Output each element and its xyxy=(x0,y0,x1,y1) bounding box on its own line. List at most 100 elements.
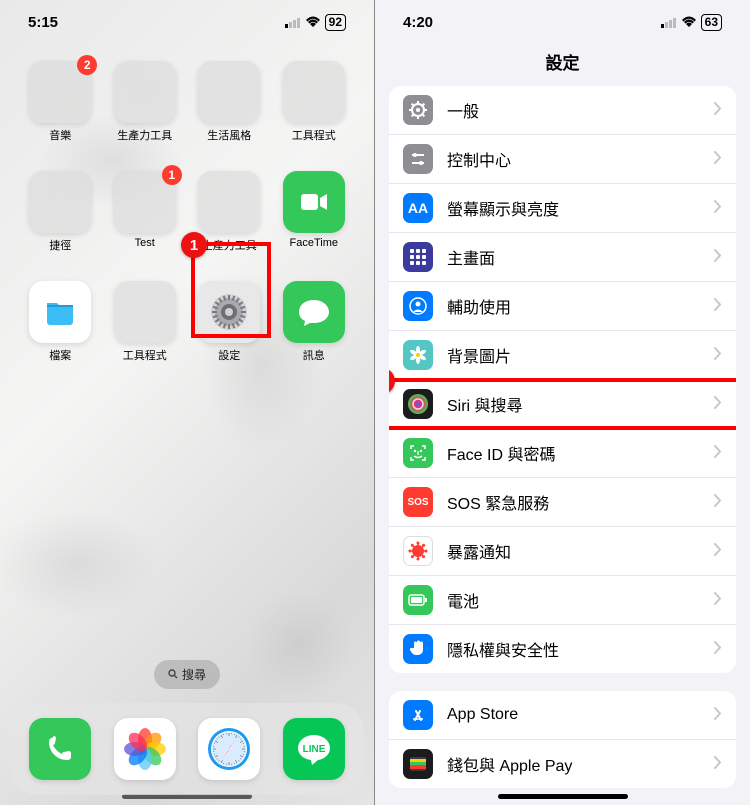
chevron-right-icon xyxy=(714,249,722,265)
home-screen: 5:15 92 2音樂生產力工具生活風格工具程式捷徑1Test生產力工具Face… xyxy=(0,0,375,805)
settings-row-控制中心[interactable]: 控制中心 xyxy=(389,135,736,184)
app-label: 生活風格 xyxy=(207,127,251,143)
settings-row-隱私權與安全性[interactable]: 隱私權與安全性 xyxy=(389,625,736,673)
row-label: 暴露通知 xyxy=(447,539,714,563)
status-right: 92 xyxy=(285,14,346,30)
settings-row-暴露通知[interactable]: 暴露通知 xyxy=(389,527,736,576)
chevron-right-icon xyxy=(714,151,722,167)
flower-icon xyxy=(403,340,433,370)
folder-icon[interactable] xyxy=(114,61,176,123)
covid-icon xyxy=(403,536,433,566)
row-label: Siri 與搜尋 xyxy=(447,392,714,416)
search-label: 搜尋 xyxy=(182,666,206,683)
chevron-right-icon xyxy=(714,756,722,772)
row-label: 電池 xyxy=(447,588,714,612)
row-label: 一般 xyxy=(447,98,714,122)
settings-row-背景圖片[interactable]: 背景圖片 xyxy=(389,331,736,380)
sliders-icon xyxy=(403,144,433,174)
folder-icon[interactable] xyxy=(198,61,260,123)
app-label: 工具程式 xyxy=(292,127,336,143)
settings-row-Siri 與搜尋[interactable]: Siri 與搜尋2 xyxy=(389,380,736,429)
AA-icon: AA xyxy=(403,193,433,223)
dock-safari[interactable] xyxy=(198,718,260,780)
files-icon[interactable] xyxy=(29,281,91,343)
app-Test[interactable]: 1 Test xyxy=(109,171,182,253)
app-設定[interactable]: 設定 xyxy=(193,281,266,363)
wallet-icon xyxy=(403,749,433,779)
settings-row-螢幕顯示與亮度[interactable]: AA 螢幕顯示與亮度 xyxy=(389,184,736,233)
app-label: 捷徑 xyxy=(49,237,71,253)
settings-row-錢包與 Apple Pay[interactable]: 錢包與 Apple Pay xyxy=(389,740,736,788)
settings-row-App Store[interactable]: App Store xyxy=(389,691,736,740)
app-捷徑[interactable]: 捷徑 xyxy=(24,171,97,253)
annotation-badge-1: 1 xyxy=(181,232,207,258)
app-label: 音樂 xyxy=(49,127,71,143)
app-label: 設定 xyxy=(218,347,240,363)
chevron-right-icon xyxy=(714,102,722,118)
row-label: 控制中心 xyxy=(447,147,714,171)
chevron-right-icon xyxy=(714,396,722,412)
settings-icon[interactable] xyxy=(198,281,260,343)
row-label: 背景圖片 xyxy=(447,343,714,367)
settings-row-輔助使用[interactable]: 輔助使用 xyxy=(389,282,736,331)
cellular-icon xyxy=(661,17,677,28)
app-訊息[interactable]: 訊息 xyxy=(278,281,351,363)
settings-row-主畫面[interactable]: 主畫面 xyxy=(389,233,736,282)
app-label: Test xyxy=(135,237,155,249)
chevron-right-icon xyxy=(714,347,722,363)
status-bar: 5:15 92 xyxy=(0,0,374,35)
settings-row-電池[interactable]: 電池 xyxy=(389,576,736,625)
messages-icon[interactable] xyxy=(283,281,345,343)
chevron-right-icon xyxy=(714,707,722,723)
settings-row-SOS 緊急服務[interactable]: SOSSOS 緊急服務 xyxy=(389,478,736,527)
folder-icon[interactable] xyxy=(198,171,260,233)
face-icon xyxy=(403,438,433,468)
app-檔案[interactable]: 檔案 xyxy=(24,281,97,363)
app-FaceTime[interactable]: FaceTime xyxy=(278,171,351,253)
app-label: 檔案 xyxy=(49,347,71,363)
app-生活風格[interactable]: 生活風格 xyxy=(193,61,266,143)
wifi-icon xyxy=(305,16,321,28)
app-音樂[interactable]: 2 音樂 xyxy=(24,61,97,143)
settings-screen: 4:20 63 設定 一般控制中心AA螢幕顯示與亮度主畫面輔助使用背景圖片Sir… xyxy=(375,0,750,805)
SOS-icon: SOS xyxy=(403,487,433,517)
app-label: FaceTime xyxy=(290,237,339,249)
app-生產力工具[interactable]: 生產力工具 xyxy=(109,61,182,143)
app-工具程式[interactable]: 工具程式 xyxy=(278,61,351,143)
folder-icon[interactable] xyxy=(29,171,91,233)
wifi-icon xyxy=(681,16,697,28)
dock-photos[interactable] xyxy=(114,718,176,780)
chevron-right-icon xyxy=(714,298,722,314)
app-label: 工具程式 xyxy=(123,347,167,363)
app-label: 生產力工具 xyxy=(202,237,257,253)
folder-icon[interactable]: 2 xyxy=(29,61,91,123)
cellular-icon xyxy=(285,17,301,28)
spotlight-search[interactable]: 搜尋 xyxy=(154,660,220,689)
settings-row-一般[interactable]: 一般 xyxy=(389,86,736,135)
settings-list[interactable]: 一般控制中心 AA 螢幕顯示與亮度主畫面輔助使用背景圖片 Siri 與搜尋2Face … xyxy=(375,86,750,805)
home-indicator[interactable] xyxy=(498,794,628,799)
battery-icon xyxy=(403,585,433,615)
chevron-right-icon xyxy=(714,494,722,510)
chevron-right-icon xyxy=(714,592,722,608)
app-工具程式[interactable]: 工具程式 xyxy=(109,281,182,363)
folder-icon[interactable] xyxy=(114,281,176,343)
settings-group: App Store 錢包與 Apple Pay xyxy=(389,691,736,788)
settings-row-Face ID 與密碼[interactable]: Face ID 與密碼 xyxy=(389,429,736,478)
siri-icon xyxy=(403,389,433,419)
status-bar: 4:20 63 xyxy=(375,0,750,35)
notification-badge: 1 xyxy=(162,165,182,185)
dock-phone[interactable] xyxy=(29,718,91,780)
status-time: 5:15 xyxy=(28,14,58,31)
dock-line[interactable]: LINE xyxy=(283,718,345,780)
home-grid: 2音樂生產力工具生活風格工具程式捷徑1Test生產力工具FaceTime檔案工具… xyxy=(0,35,374,363)
row-label: 錢包與 Apple Pay xyxy=(447,752,714,776)
row-label: 螢幕顯示與亮度 xyxy=(447,196,714,220)
row-label: 輔助使用 xyxy=(447,294,714,318)
folder-icon[interactable]: 1 xyxy=(114,171,176,233)
facetime-icon[interactable] xyxy=(283,171,345,233)
settings-group: 一般控制中心 AA 螢幕顯示與亮度主畫面輔助使用背景圖片 Siri 與搜尋2Face … xyxy=(389,86,736,673)
row-label: 隱私權與安全性 xyxy=(447,637,714,661)
folder-icon[interactable] xyxy=(283,61,345,123)
chevron-right-icon xyxy=(714,641,722,657)
